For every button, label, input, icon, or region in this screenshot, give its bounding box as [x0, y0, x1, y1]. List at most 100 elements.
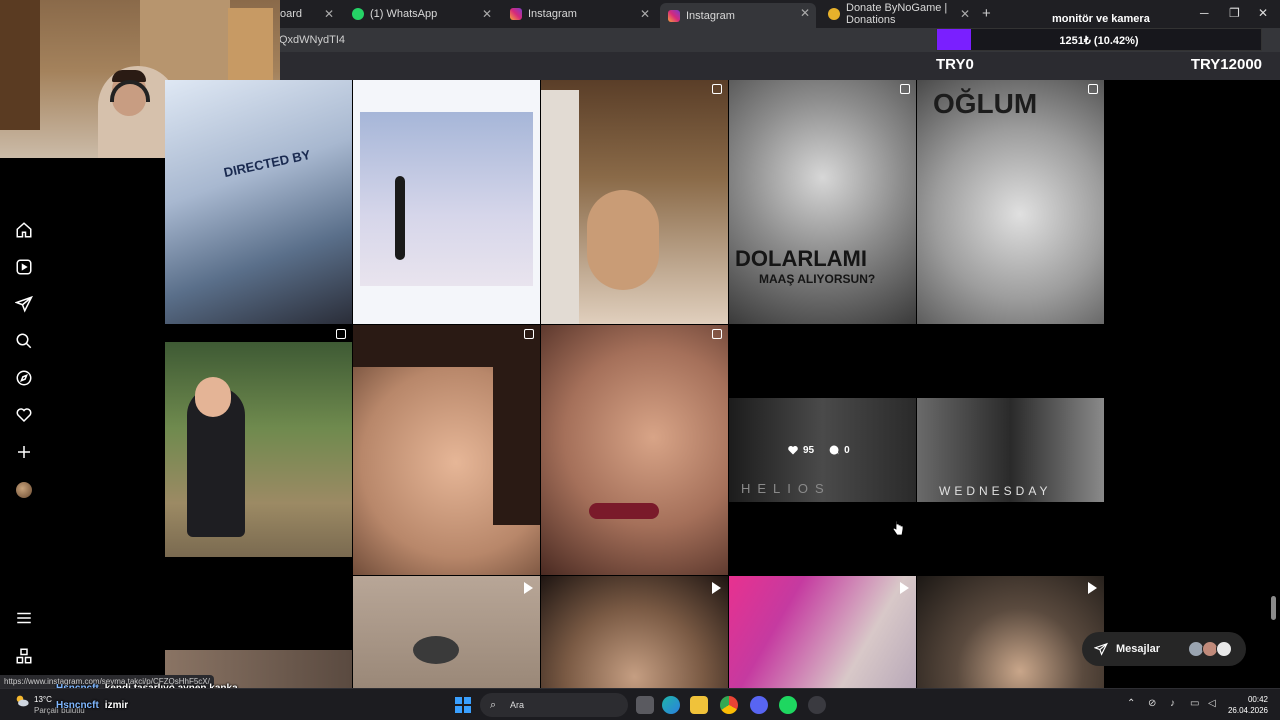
post-tile[interactable]	[917, 576, 1104, 688]
carousel-icon	[712, 84, 722, 94]
tile-tattoo-text: WEDNESDAY	[939, 484, 1052, 498]
reels-icon[interactable]	[15, 258, 33, 276]
post-tile[interactable]: DIRECTED BY	[165, 80, 352, 324]
tab-title: Instagram	[686, 9, 735, 22]
windows-start-button[interactable]	[455, 697, 471, 713]
close-window-button[interactable]: ✕	[1258, 6, 1268, 20]
spotify-icon[interactable]	[779, 696, 797, 714]
tab-title: oard	[280, 8, 303, 20]
tab-instagram-1[interactable]: Instagram ✕	[502, 4, 656, 24]
likes-count: 95	[803, 444, 815, 456]
search-icon[interactable]	[15, 332, 33, 350]
post-tile[interactable]: OĞLUM	[917, 80, 1104, 324]
taskbar-search[interactable]: ⌕ Ara	[480, 693, 628, 717]
post-tile[interactable]	[541, 80, 728, 324]
profile-post-grid: DIRECTED BY DOLARLAMI MAAŞ ALIYORSUN? OĞ…	[165, 80, 1104, 688]
tile-tattoo-text: HELIOS	[741, 481, 831, 496]
tile-face	[195, 377, 231, 417]
paper-plane-icon[interactable]	[15, 295, 33, 313]
taskbar-clock[interactable]: 00:42 26.04.2026	[1228, 694, 1268, 716]
comments-stat: 0	[828, 444, 850, 456]
tile-face	[587, 190, 659, 290]
tab-instagram-active[interactable]: Instagram ✕	[660, 3, 816, 28]
apps-icon[interactable]	[15, 647, 33, 665]
tile-image	[360, 112, 533, 286]
discord-icon[interactable]	[750, 696, 768, 714]
tab-whatsapp[interactable]: (1) WhatsApp ✕	[344, 4, 498, 24]
home-icon[interactable]	[15, 221, 33, 239]
tile-tattoo-text: OĞLUM	[933, 88, 1038, 119]
comment-icon	[829, 445, 839, 455]
donation-progress-text: 1251₺ (10.42%)	[1059, 35, 1139, 47]
close-icon[interactable]: ✕	[324, 7, 334, 21]
obs-icon[interactable]	[808, 696, 826, 714]
post-tile[interactable]	[165, 325, 352, 575]
post-hover-stats: 95 0	[787, 444, 850, 456]
menu-icon[interactable]	[15, 609, 33, 627]
clock-time: 00:42	[1247, 695, 1268, 704]
reel-icon	[900, 582, 909, 594]
volume-icon[interactable]: ◁	[1208, 698, 1216, 709]
new-tab-button[interactable]: +	[982, 5, 991, 22]
hand-cursor-icon	[892, 520, 904, 536]
tile-figure	[395, 176, 405, 260]
close-icon[interactable]: ✕	[800, 6, 810, 20]
task-view-icon[interactable]	[636, 696, 654, 714]
carousel-icon	[1088, 84, 1098, 94]
heart-icon[interactable]	[15, 406, 33, 424]
post-tile[interactable]	[353, 80, 540, 324]
avatar	[1216, 641, 1232, 657]
plus-icon[interactable]	[15, 443, 33, 461]
post-tile[interactable]	[165, 576, 352, 688]
avatar[interactable]	[16, 482, 32, 498]
weather-temp: 13°C	[34, 695, 52, 704]
chat-username: Hsncncft	[56, 700, 99, 711]
post-tile[interactable]: DOLARLAMI MAAŞ ALIYORSUN?	[729, 80, 916, 324]
messages-button[interactable]: Mesajlar	[1082, 632, 1246, 666]
post-tile[interactable]	[541, 576, 728, 688]
reel-icon	[524, 582, 533, 594]
carousel-icon	[712, 329, 722, 339]
carousel-icon	[900, 84, 910, 94]
donation-min-label: TRY0	[936, 56, 974, 73]
post-tile[interactable]	[353, 325, 540, 575]
close-icon[interactable]: ✕	[640, 7, 650, 21]
microphone-icon[interactable]: ♪	[1170, 698, 1175, 709]
tab-bynogame[interactable]: Donate ByNoGame | Donations ✕	[820, 2, 976, 26]
chrome-icon[interactable]	[720, 696, 738, 714]
heart-icon	[788, 445, 798, 455]
page-scrollbar[interactable]	[1271, 596, 1276, 620]
tab-title: Donate ByNoGame | Donations	[846, 2, 948, 26]
whatsapp-icon	[352, 8, 364, 20]
tile-lips	[589, 503, 659, 519]
edge-icon[interactable]	[662, 696, 680, 714]
tab-title: (1) WhatsApp	[370, 8, 438, 20]
reel-icon	[1088, 582, 1097, 594]
network-icon[interactable]: ⊘	[1148, 698, 1156, 709]
file-explorer-icon[interactable]	[690, 696, 708, 714]
carousel-icon	[524, 329, 534, 339]
post-tile[interactable]	[541, 325, 728, 575]
webcam-background	[0, 0, 40, 130]
carousel-icon	[336, 329, 346, 339]
address-url[interactable]: QxdWNydTI4	[279, 34, 345, 46]
close-icon[interactable]: ✕	[960, 7, 970, 21]
display-icon[interactable]: ▭	[1190, 698, 1199, 709]
minimize-button[interactable]: ─	[1200, 6, 1209, 20]
restore-button[interactable]: ❐	[1229, 6, 1240, 20]
compass-icon[interactable]	[15, 369, 33, 387]
tile-tattoo-text: DIRECTED BY	[222, 147, 312, 180]
close-icon[interactable]: ✕	[482, 7, 492, 21]
chevron-up-icon[interactable]: ⌃	[1127, 698, 1135, 709]
partly-cloudy-icon	[16, 695, 29, 707]
search-icon: ⌕	[490, 699, 497, 711]
tab-dashboard[interactable]: oard ✕	[272, 4, 340, 24]
post-tile[interactable]	[353, 576, 540, 688]
instagram-icon	[668, 9, 680, 22]
donation-max-label: TRY12000	[1190, 56, 1262, 73]
search-label: Ara	[510, 700, 525, 710]
tile-tattoo-text: MAAŞ ALIYORSUN?	[759, 272, 876, 286]
post-tile[interactable]	[729, 576, 916, 688]
post-tile[interactable]: WEDNESDAY	[917, 325, 1104, 575]
tab-title: Instagram	[528, 8, 577, 20]
